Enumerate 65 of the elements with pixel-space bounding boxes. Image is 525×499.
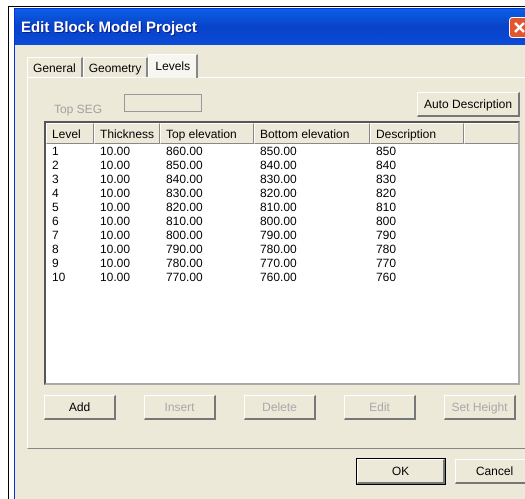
table-cell-text: 840.00	[259, 158, 298, 172]
table-cell-text: 790.00	[165, 242, 204, 256]
column-header[interactable]: Top elevation	[160, 123, 254, 144]
table-cell-text: 4	[51, 186, 60, 200]
dialog-button[interactable]: OK	[357, 459, 445, 484]
table-cell-text: 2	[51, 158, 60, 172]
window-title: Edit Block Model Project	[21, 18, 198, 36]
table-cell-text: 10.00	[99, 200, 132, 214]
table-cell-text: 820.00	[259, 186, 298, 200]
table-cell-text: 830	[375, 172, 398, 186]
tab[interactable]: Geometry	[82, 57, 148, 77]
table-cell-text: 810	[375, 200, 398, 214]
dialog-button[interactable]: Cancel	[455, 459, 525, 484]
table-cell-text: 830.00	[259, 172, 298, 186]
table-cell-text: 780.00	[259, 242, 298, 256]
table-cell-text: 10.00	[99, 186, 132, 200]
table-cell-text: 10	[51, 270, 66, 284]
table-cell-text: 820	[375, 186, 398, 200]
table-cell-text: 10.00	[99, 228, 132, 242]
column-header[interactable]: Thickness	[94, 123, 160, 144]
table-cell-text: 790	[375, 228, 398, 242]
table-cell-text: 800.00	[259, 214, 298, 228]
tab[interactable]: Levels	[148, 54, 198, 78]
column-header[interactable]: Level	[46, 123, 94, 144]
table-cell-text: 850	[375, 144, 398, 158]
table-cell-text: 810.00	[165, 214, 204, 228]
table-cell-text: 850.00	[165, 158, 204, 172]
table-cell-text: 800.00	[165, 228, 204, 242]
table-cell-text: 6	[51, 214, 60, 228]
table-cell-text: 810.00	[259, 200, 298, 214]
table-cell-text: 780.00	[165, 256, 204, 270]
table-cell-text: 840	[375, 158, 398, 172]
table-cell-text: 790.00	[259, 228, 298, 242]
table-cell-text: 770	[375, 256, 398, 270]
column-header[interactable]: Description	[370, 123, 464, 144]
table-cell-text: 770.00	[259, 256, 298, 270]
table-cell-text: 780	[375, 242, 398, 256]
table-cell-text: 10.00	[99, 158, 132, 172]
table-cell-text: 5	[51, 200, 60, 214]
close-icon[interactable]	[509, 16, 525, 38]
table-cell-text: 800	[375, 214, 398, 228]
table-cell-text: 770.00	[165, 270, 204, 284]
top-seg-label: Top SEG	[54, 100, 102, 116]
table-cell-text: 3	[51, 172, 60, 186]
table-cell-text: 830.00	[165, 186, 204, 200]
tab[interactable]: General	[27, 57, 83, 77]
table-cell-text: 760	[375, 270, 398, 284]
table-cell-text: 7	[51, 228, 60, 242]
table-cell-text: 860.00	[165, 144, 204, 158]
column-header[interactable]: Bottom elevation	[254, 123, 370, 144]
table-cell-text: 840.00	[165, 172, 204, 186]
table-cell-text: 10.00	[99, 214, 132, 228]
table-cell-text: 9	[51, 256, 60, 270]
table-cell-text: 850.00	[259, 144, 298, 158]
table-cell-text: 820.00	[165, 200, 204, 214]
table-cell-text: 10.00	[99, 144, 132, 158]
table-cell-text: 8	[51, 242, 60, 256]
table-cell-text: 10.00	[99, 172, 132, 186]
table-cell-text: 1	[51, 144, 60, 158]
table-cell-text: 760.00	[259, 270, 298, 284]
table-cell-text: 10.00	[99, 270, 132, 284]
table-cell-text: 10.00	[99, 242, 132, 256]
action-button[interactable]: Add	[44, 395, 116, 420]
table-cell-text: 10.00	[99, 256, 132, 270]
auto-description-button[interactable]: Auto Description	[416, 92, 520, 117]
